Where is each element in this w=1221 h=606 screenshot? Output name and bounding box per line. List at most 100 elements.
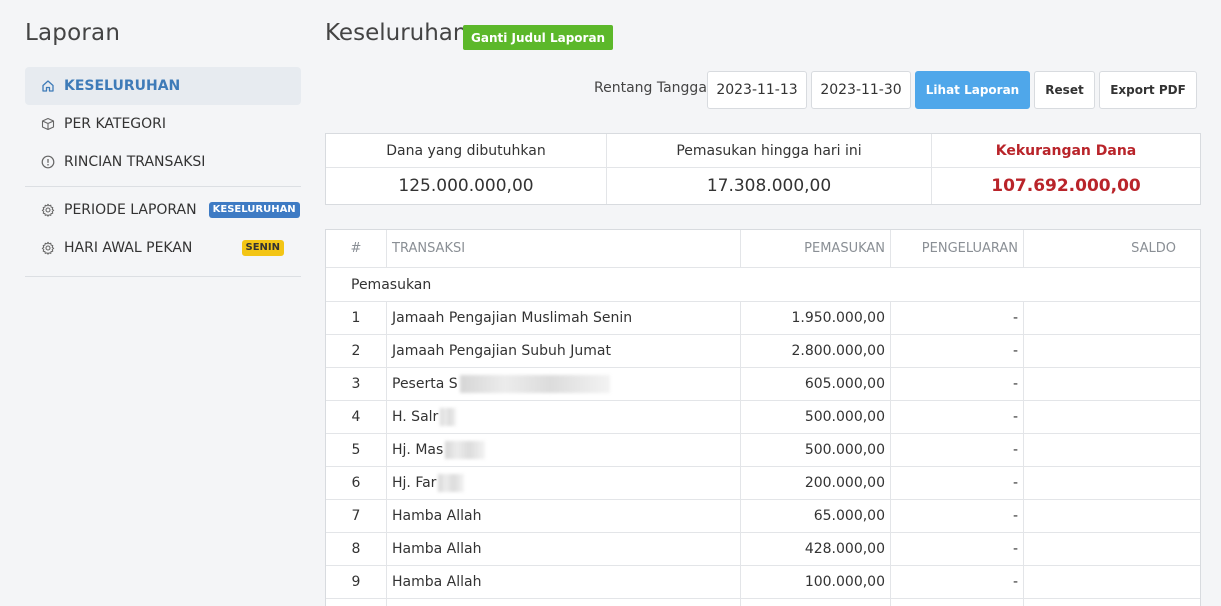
transactions-table: # TRANSAKSI PEMASUKAN PENGELUARAN SALDO …	[325, 229, 1201, 606]
table-row: 6 Hj. Far 200.000,00 -	[326, 467, 1200, 500]
row-number: 1	[326, 302, 387, 334]
transaction-name: H. Salr	[392, 409, 439, 425]
income-amount: 500.000,00	[741, 434, 891, 466]
row-number: 9	[326, 566, 387, 598]
row-number: 6	[326, 467, 387, 499]
transaction-name-cell: Hj. Far	[387, 467, 741, 499]
expense-amount: -	[891, 467, 1024, 499]
income-amount	[741, 599, 891, 606]
view-report-button[interactable]: Lihat Laporan	[915, 71, 1030, 109]
export-pdf-button[interactable]: Export PDF	[1099, 71, 1197, 109]
redacted-text	[438, 474, 465, 492]
row-number: 3	[326, 368, 387, 400]
transaction-name: Hj. Far	[392, 475, 437, 491]
column-header-expense: PENGELUARAN	[891, 230, 1024, 267]
sidebar-item-rincian-transaksi[interactable]: RINCIAN TRANSAKSI	[25, 143, 301, 181]
table-row: 4 H. Salr 500.000,00 -	[326, 401, 1200, 434]
transaction-name: Hamba Allah	[387, 533, 741, 565]
transaction-name	[387, 599, 741, 606]
column-header-balance: SALDO	[1131, 241, 1176, 256]
income-amount: 500.000,00	[741, 401, 891, 433]
sidebar-title: Laporan	[25, 20, 121, 46]
expense-amount: -	[891, 401, 1024, 433]
expense-amount: -	[891, 500, 1024, 532]
balance-amount	[1024, 500, 1200, 532]
table-row: 5 Hj. Mas 500.000,00 -	[326, 434, 1200, 467]
balance-amount	[1024, 533, 1200, 565]
row-number: 7	[326, 500, 387, 532]
table-row: 3 Peserta S 605.000,00 -	[326, 368, 1200, 401]
redacted-text	[440, 408, 457, 426]
income-amount: 200.000,00	[741, 467, 891, 499]
income-amount: 428.000,00	[741, 533, 891, 565]
rename-report-button[interactable]: Ganti Judul Laporan	[463, 25, 614, 50]
column-header-number: #	[326, 230, 387, 267]
transaction-name: Jamaah Pengajian Muslimah Senin	[387, 302, 741, 334]
income-amount: 2.800.000,00	[741, 335, 891, 367]
expense-amount: -	[891, 335, 1024, 367]
sidebar-item-label: RINCIAN TRANSAKSI	[64, 154, 206, 170]
sidebar-item-keseluruhan[interactable]: KESELURUHAN	[25, 67, 301, 105]
sidebar-item-per-kategori[interactable]: PER KATEGORI	[25, 105, 301, 143]
expense-amount: -	[891, 434, 1024, 466]
transaction-name: Hamba Allah	[387, 566, 741, 598]
transaction-name: Peserta S	[392, 376, 458, 392]
income-to-date-value: 17.308.000,00	[607, 168, 932, 204]
row-number: 2	[326, 335, 387, 367]
gear-icon	[41, 203, 55, 217]
shortfall-value: 107.692.000,00	[991, 176, 1141, 196]
info-circle-icon	[41, 155, 55, 169]
row-number: 8	[326, 533, 387, 565]
week-start-badge: SENIN	[241, 240, 284, 256]
balance-amount	[1024, 302, 1200, 334]
row-number: 4	[326, 401, 387, 433]
income-to-date-label: Pemasukan hingga hari ini	[607, 134, 932, 168]
balance-amount	[1024, 368, 1200, 400]
redacted-text	[459, 375, 610, 393]
balance-amount	[1024, 335, 1200, 367]
needed-funds-label: Dana yang dibutuhkan	[326, 134, 607, 168]
summary-panel: Dana yang dibutuhkan Pemasukan hingga ha…	[325, 133, 1201, 205]
balance-amount	[1024, 434, 1200, 466]
sidebar-divider	[25, 276, 301, 277]
start-date-input[interactable]: 2023-11-13	[707, 71, 807, 109]
balance-amount	[1024, 566, 1200, 598]
table-row: 2 Jamaah Pengajian Subuh Jumat 2.800.000…	[326, 335, 1200, 368]
page-title: Keseluruhan	[325, 20, 468, 46]
balance-amount	[1024, 467, 1200, 499]
expense-amount	[891, 599, 1024, 606]
expense-amount: -	[891, 368, 1024, 400]
period-badge: KESELURUHAN	[208, 202, 300, 218]
sidebar-item-hari-awal-pekan[interactable]: HARI AWAL PEKAN SENIN	[25, 229, 301, 267]
table-row: 8 Hamba Allah 428.000,00 -	[326, 533, 1200, 566]
gear-icon	[41, 241, 55, 255]
expense-amount: -	[891, 566, 1024, 598]
redacted-text	[445, 441, 486, 459]
sidebar-divider	[25, 186, 301, 187]
table-header-row: # TRANSAKSI PEMASUKAN PENGELUARAN SALDO	[326, 230, 1200, 268]
sidebar-item-periode-laporan[interactable]: PERIODE LAPORAN KESELURUHAN	[25, 191, 301, 229]
income-amount: 1.950.000,00	[741, 302, 891, 334]
transaction-name: Jamaah Pengajian Subuh Jumat	[387, 335, 741, 367]
needed-funds-value: 125.000.000,00	[326, 168, 607, 204]
expense-amount: -	[891, 302, 1024, 334]
shortfall-label: Kekurangan Dana	[932, 134, 1200, 168]
balance-amount	[1024, 599, 1200, 606]
income-amount: 100.000,00	[741, 566, 891, 598]
transaction-name: Hamba Allah	[387, 500, 741, 532]
sidebar-item-label: KESELURUHAN	[64, 78, 181, 94]
end-date-input[interactable]: 2023-11-30	[811, 71, 911, 109]
column-header-income: PEMASUKAN	[741, 230, 891, 267]
transaction-name-cell: Peserta S	[387, 368, 741, 400]
reset-button[interactable]: Reset	[1034, 71, 1095, 109]
transaction-name-cell: H. Salr	[387, 401, 741, 433]
table-row: 1 Jamaah Pengajian Muslimah Senin 1.950.…	[326, 302, 1200, 335]
table-row: 9 Hamba Allah 100.000,00 -	[326, 566, 1200, 599]
home-icon	[41, 79, 55, 93]
income-amount: 65.000,00	[741, 500, 891, 532]
income-amount: 605.000,00	[741, 368, 891, 400]
row-number: 5	[326, 434, 387, 466]
sidebar-item-label: PER KATEGORI	[64, 116, 167, 132]
transaction-name: Hj. Mas	[392, 442, 444, 458]
sidebar-item-label: HARI AWAL PEKAN	[64, 240, 193, 256]
